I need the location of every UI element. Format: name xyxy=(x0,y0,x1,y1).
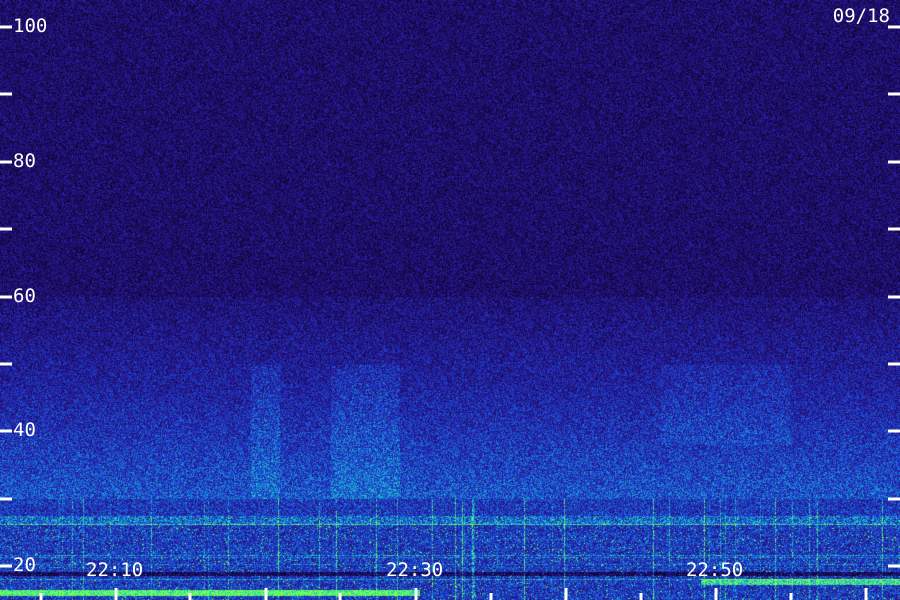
x-tick-label: 22:30 xyxy=(386,559,444,581)
date-label: 09/18 xyxy=(832,5,890,27)
axis-overlay xyxy=(0,25,900,600)
x-tick-label: 22:50 xyxy=(686,559,744,581)
y-tick-label: 60 xyxy=(13,285,36,307)
spectrogram-chart: 09/18 100 80 60 40 20 22:10 22:30 22:50 xyxy=(0,0,900,600)
y-tick-label: 40 xyxy=(13,419,36,441)
y-tick-label: 100 xyxy=(13,15,48,37)
x-tick-label: 22:10 xyxy=(86,559,144,581)
y-tick-label: 80 xyxy=(13,150,36,172)
y-tick-label: 20 xyxy=(13,554,36,576)
